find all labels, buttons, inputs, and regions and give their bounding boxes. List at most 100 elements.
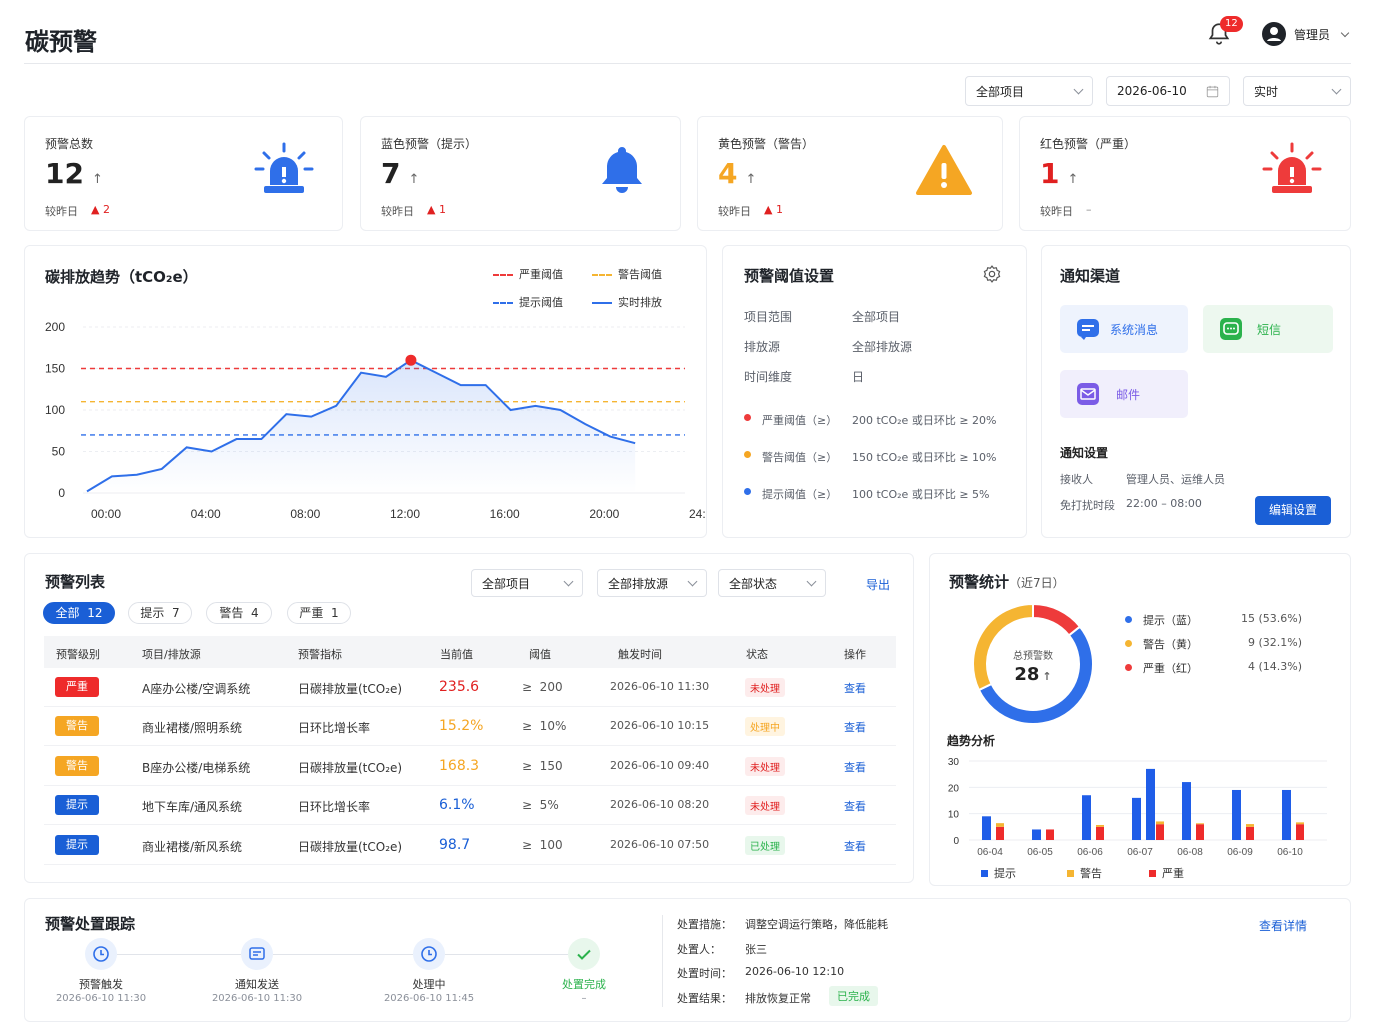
bar-critical (1196, 824, 1204, 840)
project-select-value: 全部项目 (976, 84, 1025, 99)
bar-hint (1182, 782, 1191, 840)
tracking-title: 预警处置跟踪 (45, 915, 136, 933)
result-tag: 已完成 (829, 986, 878, 1006)
channel-sms[interactable]: 短信 (1203, 305, 1333, 353)
row-time: 2026-06-10 07:50 (610, 837, 710, 851)
x-tick-label: 06-05 (1027, 847, 1053, 858)
step-label: 通知发送 (235, 978, 279, 991)
step-time: 2026-06-10 11:30 (211, 993, 303, 1004)
kpi-compare: 较昨日 (381, 205, 414, 218)
row-value: 168.3 (439, 757, 480, 774)
notification-button[interactable]: 12 (1206, 16, 1243, 50)
alert-list-title: 预警列表 (45, 573, 106, 591)
peak-point (405, 354, 417, 366)
row-source: 商业裙楼/照明系统 (142, 721, 243, 736)
tab-critical[interactable]: 严重 1 (287, 602, 351, 624)
legend-name: 提示（蓝） (1143, 614, 1198, 627)
edit-settings-button[interactable]: 编辑设置 (1255, 496, 1331, 525)
level-badge: 提示 (55, 834, 99, 855)
trend-chart: 0 50 100 150 200 00:00 04:00 08:00 12:00 16:00 20:… (45, 320, 706, 521)
tab-hint[interactable]: 提示 7 (128, 602, 192, 624)
alert-source-filter[interactable]: 全部排放源 (597, 569, 707, 597)
status-badge: 已处理 (745, 835, 785, 855)
x-tick-label: 12:00 (390, 507, 420, 521)
row-source: 商业裙楼/新风系统 (142, 839, 243, 854)
tab-warning[interactable]: 警告 4 (206, 602, 272, 624)
mode-select[interactable]: 实时 (1243, 76, 1351, 106)
donut-value: 28 (1014, 664, 1040, 685)
project-select[interactable]: 全部项目 (965, 76, 1093, 106)
level-dot (744, 414, 751, 421)
page-title: 碳预警 (25, 28, 97, 56)
bar-legend-warning: 警告 (1080, 867, 1102, 880)
view-link[interactable]: 查看 (844, 719, 866, 735)
bar-critical (1156, 824, 1164, 840)
channel-system-message[interactable]: 系统消息 (1060, 305, 1188, 353)
bar-warning (1096, 824, 1104, 827)
channel-label: 邮件 (1116, 387, 1141, 402)
alert-project-filter[interactable]: 全部项目 (471, 569, 583, 597)
tab-all[interactable]: 全部 12 (43, 602, 115, 624)
view-link[interactable]: 查看 (844, 798, 866, 814)
threshold-key: 项目范围 (744, 310, 793, 324)
tab-count: 1 (331, 606, 339, 620)
step-connector (117, 954, 241, 955)
row-metric: 日碳排放量(tCO₂e) (298, 839, 403, 854)
gear-icon[interactable] (982, 264, 1002, 287)
table-row: 提示 商业裙楼/新风系统 日碳排放量(tCO₂e) 98.7 ≥ 100 2026-06-… (44, 826, 896, 865)
view-link[interactable]: 查看 (844, 680, 866, 696)
threshold-key: 时间维度 (744, 370, 793, 384)
kpi-label: 红色预警（严重） (1040, 137, 1137, 151)
col-value: 当前值 (440, 648, 473, 661)
y-tick-label: 50 (52, 445, 66, 459)
date-picker[interactable]: 2026-06-10 (1106, 76, 1230, 106)
step-label: 处理中 (412, 978, 446, 991)
donut-center-value: 28 ↑ (1003, 664, 1063, 685)
warning-icon (912, 141, 976, 201)
view-link[interactable]: 查看 (844, 838, 866, 854)
arrow-up-icon: ↑ (1067, 172, 1079, 187)
legend-value: 4 (14.3%) (1247, 660, 1302, 673)
detail-key: 处置人： (677, 942, 721, 956)
channel-label: 系统消息 (1110, 322, 1159, 337)
bar-hint (982, 816, 991, 840)
channel-mail[interactable]: 邮件 (1060, 370, 1188, 418)
kpi-value: 4 (718, 157, 738, 190)
x-tick-label: 06-04 (977, 847, 1003, 858)
kpi-value: 7 (381, 157, 401, 190)
detail-key: 处置结果： (677, 991, 732, 1005)
level-name: 警告阈值（≥） (762, 451, 838, 464)
export-link[interactable]: 导出 (866, 576, 890, 593)
detail-value: 张三 (745, 942, 767, 956)
receiver-value: 管理人员、运维人员 (1126, 473, 1225, 486)
dnd-label: 免打扰时段 (1060, 499, 1115, 512)
bell-icon (590, 141, 654, 201)
level-badge: 警告 (55, 755, 99, 776)
legend-name: 警告（黄） (1143, 638, 1198, 651)
bar-critical (1296, 824, 1304, 840)
step-connector (273, 954, 413, 955)
table-row: 严重 A座办公楼/空调系统 日碳排放量(tCO₂e) 235.6 ≥ 200 2026-0… (44, 668, 896, 707)
notify-settings-title: 通知设置 (1060, 446, 1109, 460)
table-row: 提示 地下车库/通风系统 日环比增长率 6.1% ≥ 5% 2026-06-10 08:2… (44, 786, 896, 826)
calendar-icon (1206, 85, 1219, 97)
col-action: 操作 (844, 648, 866, 661)
row-threshold: ≥ 200 (522, 680, 563, 694)
bar-legend-hint: 提示 (994, 867, 1016, 880)
kpi-card: 黄色预警（警告） 4 ↑ 较昨日 ▲ 1 (697, 116, 1003, 231)
chevron-down-icon (1331, 84, 1342, 94)
row-source: B座办公楼/电梯系统 (142, 760, 251, 775)
row-metric: 日环比增长率 (298, 721, 371, 736)
alert-status-filter[interactable]: 全部状态 (718, 569, 826, 597)
view-link[interactable]: 查看 (844, 759, 866, 775)
x-tick-label: 06-08 (1177, 847, 1203, 858)
view-details-link[interactable]: 查看详情 (1259, 917, 1307, 934)
bar-critical (1096, 826, 1104, 840)
arrow-up-icon: ↑ (408, 172, 420, 187)
user-menu[interactable]: 管理员 (1262, 22, 1350, 46)
row-time: 2026-06-10 08:20 (610, 798, 710, 812)
status-badge: 处理中 (745, 717, 785, 737)
row-value: 98.7 (439, 836, 471, 853)
message-icon (1077, 319, 1099, 340)
row-time: 2026-06-10 11:30 (610, 680, 710, 693)
